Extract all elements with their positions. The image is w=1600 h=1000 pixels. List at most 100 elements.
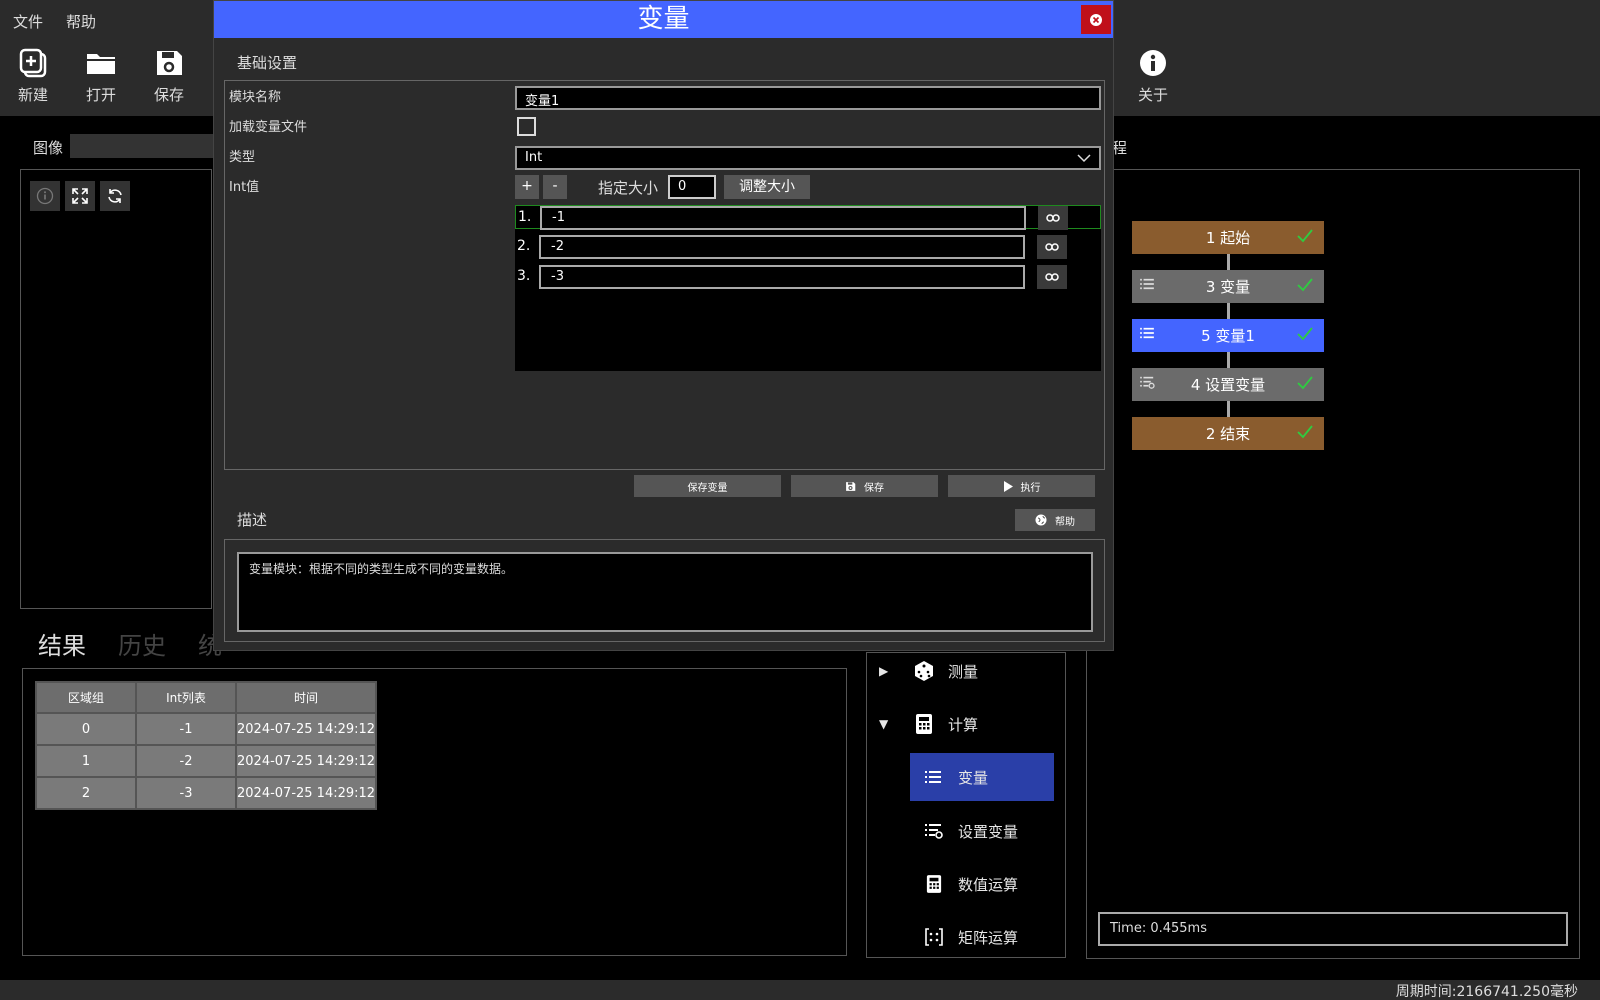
table-row[interactable]: 0 -1 2024-07-25 14:29:12 xyxy=(35,712,378,746)
info-circle-icon xyxy=(36,187,54,205)
flow-node-end[interactable]: 2 结束 xyxy=(1132,417,1324,450)
tree-item-compute[interactable]: ▼ 计算 xyxy=(867,700,1065,748)
floppy-icon xyxy=(157,51,182,75)
table-cell: 1 xyxy=(35,744,137,778)
flow-node-variable1[interactable]: 5 变量1 xyxy=(1132,319,1324,352)
link-button[interactable] xyxy=(1038,206,1068,230)
table-header-row: 区域组 Int列表 时间 xyxy=(35,681,378,714)
link-button[interactable] xyxy=(1037,265,1067,289)
remove-value-button[interactable]: - xyxy=(543,175,567,199)
tree-item-matrix-op[interactable]: 矩阵运算 xyxy=(867,913,1065,957)
tree-item-variable[interactable]: 变量 xyxy=(910,753,1054,801)
value-index: 3. xyxy=(517,268,531,284)
help-button[interactable]: 帮助 xyxy=(1015,509,1095,531)
description-text[interactable]: 变量模块：根据不同的类型生成不同的变量数据。 xyxy=(237,552,1093,632)
calculator-icon xyxy=(926,875,942,893)
value-input[interactable]: -2 xyxy=(539,235,1025,259)
dice-icon xyxy=(915,661,933,681)
save-variable-button[interactable]: 保存变量 xyxy=(634,475,781,497)
folder-icon xyxy=(87,54,115,74)
new-button[interactable]: 新建 xyxy=(8,48,58,105)
link-icon xyxy=(1045,273,1059,281)
check-icon xyxy=(1297,229,1313,243)
type-select[interactable]: Int xyxy=(515,146,1101,170)
flow-connector xyxy=(1227,401,1230,417)
results-table: 区域组 Int列表 时间 0 -1 2024-07-25 14:29:12 1 … xyxy=(35,681,378,810)
new-label: 新建 xyxy=(17,86,48,104)
type-label: 类型 xyxy=(229,150,256,165)
value-row[interactable]: 1. -1 xyxy=(515,205,1101,230)
globe-icon xyxy=(1035,514,1047,526)
refresh-image-button[interactable] xyxy=(100,181,130,211)
fit-image-button[interactable] xyxy=(65,181,95,211)
image-info-button[interactable] xyxy=(30,181,60,211)
load-file-checkbox[interactable] xyxy=(517,117,536,136)
image-display-area[interactable] xyxy=(20,169,212,609)
value-index: 2. xyxy=(517,238,531,254)
table-row[interactable]: 1 -2 2024-07-25 14:29:12 xyxy=(35,744,378,778)
flow-panel-label: 程 xyxy=(1112,139,1128,157)
tree-label: 测量 xyxy=(948,662,979,681)
about-label: 关于 xyxy=(1137,86,1168,104)
column-header: 区域组 xyxy=(35,681,137,714)
load-file-label: 加载变量文件 xyxy=(229,120,308,135)
value-row[interactable]: 3. -3 xyxy=(515,265,1101,289)
save-variable-label: 保存变量 xyxy=(687,482,728,494)
description-box: 变量模块：根据不同的类型生成不同的变量数据。 xyxy=(224,539,1105,642)
variable-dialog: 变量 基础设置 模块名称 变量1 加载变量文件 类型 Int Int值 + - … xyxy=(213,0,1114,651)
tab-results[interactable]: 结果 xyxy=(38,626,86,661)
menu-file[interactable]: 文件 xyxy=(13,11,43,32)
tree-item-set-variable[interactable]: 设置变量 xyxy=(867,807,1065,855)
list-icon xyxy=(1140,278,1154,290)
int-values-label: Int值 xyxy=(229,180,260,195)
module-name-label: 模块名称 xyxy=(229,90,282,105)
cycle-time: 周期时间:2166741.250毫秒 xyxy=(1395,984,1578,1000)
value-input[interactable]: -1 xyxy=(540,206,1026,230)
value-row[interactable]: 2. -2 xyxy=(515,235,1101,259)
link-button[interactable] xyxy=(1037,235,1067,259)
flow-area: 1 起始 3 变量 5 变量1 4 设置变量 2 结束 Time: 0.455m… xyxy=(1086,169,1580,959)
tree-label: 变量 xyxy=(958,768,989,787)
settings-box: 模块名称 变量1 加载变量文件 类型 Int Int值 + - 指定大小 0 调… xyxy=(224,80,1105,470)
play-icon xyxy=(1003,480,1013,492)
flow-node-set-variable[interactable]: 4 设置变量 xyxy=(1132,368,1324,401)
check-icon xyxy=(1297,278,1313,292)
menu-help[interactable]: 帮助 xyxy=(66,11,96,32)
resize-button[interactable]: 调整大小 xyxy=(724,175,810,199)
add-value-button[interactable]: + xyxy=(515,175,539,199)
type-value: Int xyxy=(525,150,543,165)
list-settings-icon xyxy=(1140,376,1155,389)
size-input[interactable]: 0 xyxy=(668,175,716,199)
run-button[interactable]: 执行 xyxy=(948,475,1095,497)
new-file-icon xyxy=(19,48,47,78)
save-toolbar-label: 保存 xyxy=(153,86,184,104)
save-toolbar-button[interactable]: 保存 xyxy=(144,48,194,105)
list-icon xyxy=(925,771,941,783)
tab-history[interactable]: 历史 xyxy=(118,626,166,661)
tree-label: 计算 xyxy=(948,715,979,734)
flow-node-variable[interactable]: 3 变量 xyxy=(1132,270,1324,303)
calculator-icon xyxy=(916,714,932,734)
image-path-field[interactable] xyxy=(70,134,220,158)
collapse-arrow-icon[interactable]: ▼ xyxy=(879,717,888,731)
expand-arrow-icon[interactable]: ▶ xyxy=(879,664,888,678)
value-input[interactable]: -3 xyxy=(539,265,1025,289)
tree-item-numeric-op[interactable]: 数值运算 xyxy=(867,860,1065,908)
module-name-input[interactable]: 变量1 xyxy=(515,86,1101,110)
table-cell: 2024-07-25 14:29:12 xyxy=(234,744,378,778)
save-button[interactable]: 保存 xyxy=(791,475,938,497)
node-label: 3 变量 xyxy=(1205,278,1251,296)
flow-node-start[interactable]: 1 起始 xyxy=(1132,221,1324,254)
description-title: 描述 xyxy=(237,511,268,529)
link-icon xyxy=(1045,243,1059,251)
open-button[interactable]: 打开 xyxy=(76,48,126,105)
check-icon xyxy=(1297,425,1313,439)
save-label: 保存 xyxy=(864,482,884,494)
about-button[interactable]: 关于 xyxy=(1128,48,1178,105)
table-cell: 2 xyxy=(35,776,137,810)
tree-item-measure[interactable]: ▶ 测量 xyxy=(867,653,1065,695)
node-label: 1 起始 xyxy=(1205,229,1251,247)
close-button[interactable] xyxy=(1081,5,1111,34)
table-row[interactable]: 2 -3 2024-07-25 14:29:12 xyxy=(35,776,378,810)
dialog-title[interactable]: 变量 xyxy=(214,1,1113,38)
